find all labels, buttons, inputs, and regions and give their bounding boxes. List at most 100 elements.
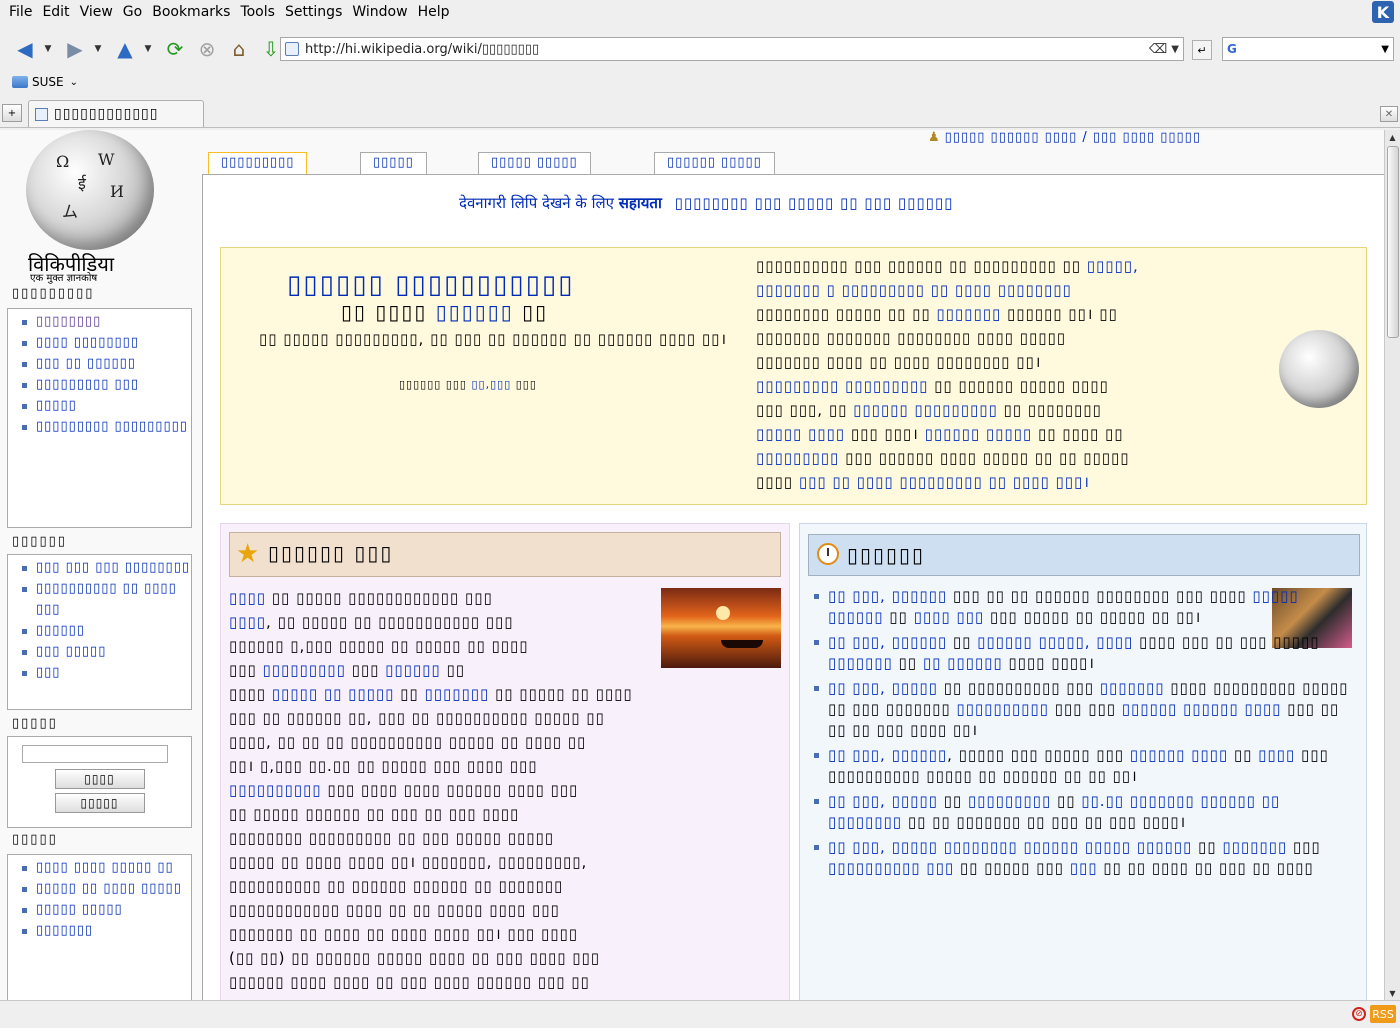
menu-file[interactable]: File xyxy=(4,4,37,20)
search-bar[interactable]: G ▼ xyxy=(1222,37,1394,61)
sidebar-item-interaction-4[interactable]: ▯▯▯ ▯▯▯▯▯ xyxy=(16,641,191,662)
go-search-button[interactable]: ▯▯▯▯ xyxy=(54,769,145,789)
scroll-thumb[interactable] xyxy=(1387,146,1399,338)
chevron-down-icon[interactable]: ▼ xyxy=(142,34,154,64)
stop-icon[interactable]: ⊗ xyxy=(192,34,222,64)
sidebar-item-main-page[interactable]: ▯▯▯▯▯▯▯▯ xyxy=(16,311,191,332)
intro-link-2[interactable]: ▯▯▯▯▯▯▯ ▯ ▯▯▯▯▯▯▯▯▯ ▯▯ ▯▯▯▯ ▯▯▯▯▯▯▯▯ xyxy=(756,281,1072,299)
menu-view[interactable]: View xyxy=(75,4,118,20)
event-link[interactable]: ▯▯ ▯▯▯, ▯▯▯▯▯▯ xyxy=(828,746,947,764)
intro-link-8b[interactable]: ▯▯▯▯▯▯ ▯▯▯▯▯ xyxy=(925,425,1033,443)
intro-link-8[interactable]: ▯▯▯▯▯ ▯▯▯▯ xyxy=(756,425,845,443)
home-icon[interactable]: ⌂ xyxy=(224,34,254,64)
vertical-scrollbar[interactable]: ▲ ▼ xyxy=(1384,130,1400,1000)
sidebar-item-interaction-3[interactable]: ▯▯▯▯▯▯ xyxy=(16,620,191,641)
event-link[interactable]: ▯▯ ▯▯▯, ▯▯▯▯▯ ▯▯▯▯▯▯▯▯ ▯▯▯▯▯▯ ▯▯▯▯▯ ▯▯▯▯… xyxy=(828,838,1192,856)
menu-settings[interactable]: Settings xyxy=(280,4,347,20)
featured-link[interactable]: ▯▯▯▯ xyxy=(229,613,266,631)
featured-link[interactable]: ▯▯▯▯▯▯▯▯▯ xyxy=(263,661,346,679)
sidebar-item-recent-changes[interactable]: ▯▯▯▯▯▯▯▯▯ ▯▯▯ xyxy=(16,374,191,395)
rss-feed-icon[interactable]: RSS xyxy=(1370,1005,1396,1023)
help-link[interactable]: सहायता xyxy=(619,194,662,212)
address-bar[interactable]: http://hi.wikipedia.org/wiki/▯▯▯▯▯▯▯▯ ⌫ … xyxy=(280,37,1184,61)
event-link[interactable]: ▯▯ ▯▯▯, ▯▯▯▯▯▯ xyxy=(828,587,947,605)
go-button[interactable]: ↵ xyxy=(1192,40,1212,60)
back-icon[interactable]: ◀ xyxy=(10,34,40,64)
event-link[interactable]: ▯▯▯▯▯▯ ▯▯▯▯▯▯ ▯▯▯▯ xyxy=(1122,700,1282,718)
new-tab-button[interactable]: + xyxy=(2,104,22,122)
event-link[interactable]: ▯▯▯▯▯▯▯ xyxy=(1222,838,1287,856)
tab-wikipedia[interactable]: ▯▯▯▯▯▯▯▯▯▯▯▯ xyxy=(28,100,204,127)
featured-link[interactable]: ▯▯▯▯▯ ▯▯ ▯▯▯▯▯ xyxy=(272,685,395,703)
tab-discussion[interactable]: ▯▯▯▯▯ xyxy=(360,152,427,174)
scroll-down-icon[interactable]: ▼ xyxy=(1385,986,1400,1000)
chevron-down-icon[interactable]: ▼ xyxy=(1381,44,1389,55)
menu-edit[interactable]: Edit xyxy=(37,4,74,20)
intro-link-10[interactable]: ▯▯▯ ▯▯ ▯▯▯▯ ▯▯▯▯▯▯▯▯▯ ▯▯ ▯▯▯▯ ▯▯▯। xyxy=(799,473,1090,491)
stats-link[interactable]: ▯▯,▯▯▯ xyxy=(471,378,511,391)
sidebar-item-toolbox-3[interactable]: ▯▯▯▯▯ ▯▯▯▯▯ xyxy=(16,899,191,920)
kde-logo-icon[interactable]: K xyxy=(1372,1,1394,23)
chevron-down-icon[interactable]: ⌄ xyxy=(70,77,78,88)
url-input[interactable]: http://hi.wikipedia.org/wiki/▯▯▯▯▯▯▯▯ xyxy=(305,42,1149,57)
sidebar-item-toolbox-4[interactable]: ▯▯▯▯▯▯▯ xyxy=(16,920,191,941)
tab-view-source[interactable]: ▯▯▯▯▯ ▯▯▯▯▯ xyxy=(478,152,591,174)
featured-link[interactable]: ▯▯▯▯▯▯▯▯▯▯ xyxy=(229,781,322,799)
event-link[interactable]: ▯▯ ▯▯▯, ▯▯▯▯▯ xyxy=(828,679,938,697)
event-link[interactable]: ▯▯ ▯▯▯, ▯▯▯▯▯▯ xyxy=(828,633,947,651)
event-link[interactable]: ▯▯▯▯ ▯▯▯ xyxy=(914,608,985,626)
welcome-title[interactable]: ▯▯▯▯▯▯ ▯▯▯▯▯▯▯▯▯▯▯ xyxy=(287,270,575,300)
security-stop-icon[interactable]: ⊘ xyxy=(1352,1007,1366,1021)
intro-link-7[interactable]: ▯▯▯▯▯▯ ▯▯▯▯▯▯▯▯▯ xyxy=(853,401,998,419)
menu-tools[interactable]: Tools xyxy=(235,4,280,20)
event-link[interactable]: ▯▯ ▯▯▯, ▯▯▯▯▯ xyxy=(828,792,938,810)
event-link[interactable]: ▯▯▯▯▯▯▯▯▯▯ xyxy=(956,700,1049,718)
sidebar-item-help[interactable]: ▯▯▯▯▯▯▯▯▯ ▯▯▯▯▯▯▯▯▯ xyxy=(16,416,191,437)
wikipedia-logo[interactable]: Ω W ई И ム विकिपीडिया एक मुक्त ज्ञानकोष xyxy=(22,130,157,284)
reload-icon[interactable]: ⟳ xyxy=(160,34,190,64)
menu-help[interactable]: Help xyxy=(413,4,455,20)
menu-window[interactable]: Window xyxy=(347,4,412,20)
tab-main-page[interactable]: ▯▯▯▯▯▯▯▯▯ xyxy=(208,152,308,176)
sidebar-item-interaction-1[interactable]: ▯▯▯ ▯▯▯ ▯▯▯ ▯▯▯▯▯▯▯▯ xyxy=(16,557,191,578)
scroll-up-icon[interactable]: ▲ xyxy=(1385,130,1400,144)
welcome-sub-link[interactable]: ▯▯▯▯▯▯ xyxy=(436,300,514,324)
up-icon[interactable]: ▲ xyxy=(110,34,140,64)
event-link[interactable]: ▯▯▯▯▯▯▯▯▯▯ ▯▯▯ xyxy=(828,859,954,877)
tab-history[interactable]: ▯▯▯▯▯▯ ▯▯▯▯▯ xyxy=(654,152,775,174)
event-link[interactable]: ▯▯▯ xyxy=(1070,859,1098,877)
featured-link[interactable]: ▯▯▯▯▯▯ xyxy=(385,661,441,679)
clear-icon[interactable]: ⌫ xyxy=(1149,42,1167,57)
help-suffix[interactable]: ▯▯▯▯▯▯▯▯ ▯▯▯ ▯▯▯▯▯ ▯▯ ▯▯▯ ▯▯▯▯▯▯ xyxy=(675,194,954,212)
sidebar-item-interaction-5[interactable]: ▯▯▯ xyxy=(16,662,191,683)
chevron-down-icon[interactable]: ▼ xyxy=(1171,44,1179,55)
intro-link-1[interactable]: ▯▯▯▯▯, xyxy=(1087,257,1139,275)
sidebar-item-community[interactable]: ▯▯▯▯ ▯▯▯▯▯▯▯▯ xyxy=(16,332,191,353)
sidebar-item-random[interactable]: ▯▯▯▯▯ xyxy=(16,395,191,416)
sidebar-item-interaction-2[interactable]: ▯▯▯▯▯▯▯▯▯▯ ▯▯ ▯▯▯▯ ▯▯▯ xyxy=(16,578,191,620)
event-link[interactable]: ▯▯▯▯▯▯▯ xyxy=(828,654,893,672)
featured-link[interactable]: ▯▯▯▯▯▯▯ xyxy=(424,685,489,703)
chevron-down-icon[interactable]: ▼ xyxy=(42,34,54,64)
chevron-down-icon[interactable]: ▼ xyxy=(92,34,104,64)
sidebar-item-toolbox-1[interactable]: ▯▯▯▯ ▯▯▯▯ ▯▯▯▯▯ ▯▯ xyxy=(16,857,191,878)
event-link[interactable]: ▯▯▯▯▯▯▯▯▯ xyxy=(968,792,1051,810)
close-tab-button[interactable]: ✕ xyxy=(1380,106,1398,122)
event-link[interactable]: ▯▯▯▯▯▯ ▯▯▯▯▯, ▯▯▯▯ xyxy=(977,633,1133,651)
search-input[interactable] xyxy=(22,745,168,763)
intro-link-6[interactable]: ▯▯▯▯▯▯▯▯▯ ▯▯▯▯▯▯▯▯▯ xyxy=(756,377,928,395)
intro-link-9[interactable]: ▯▯▯▯▯▯▯▯▯ xyxy=(756,449,839,467)
menu-go[interactable]: Go xyxy=(118,4,147,20)
sidebar-item-toolbox-2[interactable]: ▯▯▯▯▯ ▯▯ ▯▯▯▯ ▯▯▯▯▯ xyxy=(16,878,191,899)
bookmark-folder-suse[interactable]: SUSE xyxy=(32,75,64,89)
featured-link[interactable]: ▯▯▯▯ xyxy=(229,589,266,607)
sidebar-item-current-events[interactable]: ▯▯▯ ▯▯ ▯▯▯▯▯▯ xyxy=(16,353,191,374)
menu-bookmarks[interactable]: Bookmarks xyxy=(147,4,235,20)
full-search-button[interactable]: ▯▯▯▯▯ xyxy=(54,793,145,813)
login-link[interactable]: ▯▯▯▯▯ ▯▯▯▯▯▯ ▯▯▯▯ / ▯▯▯ ▯▯▯▯ ▯▯▯▯▯ xyxy=(945,130,1201,145)
personal-tools[interactable]: ♟ ▯▯▯▯▯ ▯▯▯▯▯▯ ▯▯▯▯ / ▯▯▯ ▯▯▯▯ ▯▯▯▯▯ xyxy=(928,130,1201,145)
event-link[interactable]: ▯▯▯▯ xyxy=(1258,746,1295,764)
forward-icon[interactable]: ▶ xyxy=(60,34,90,64)
intro-link-3[interactable]: ▯▯▯▯▯▯▯ xyxy=(936,305,1001,323)
event-link[interactable]: ▯▯▯▯▯▯ ▯▯▯▯ xyxy=(1130,746,1228,764)
